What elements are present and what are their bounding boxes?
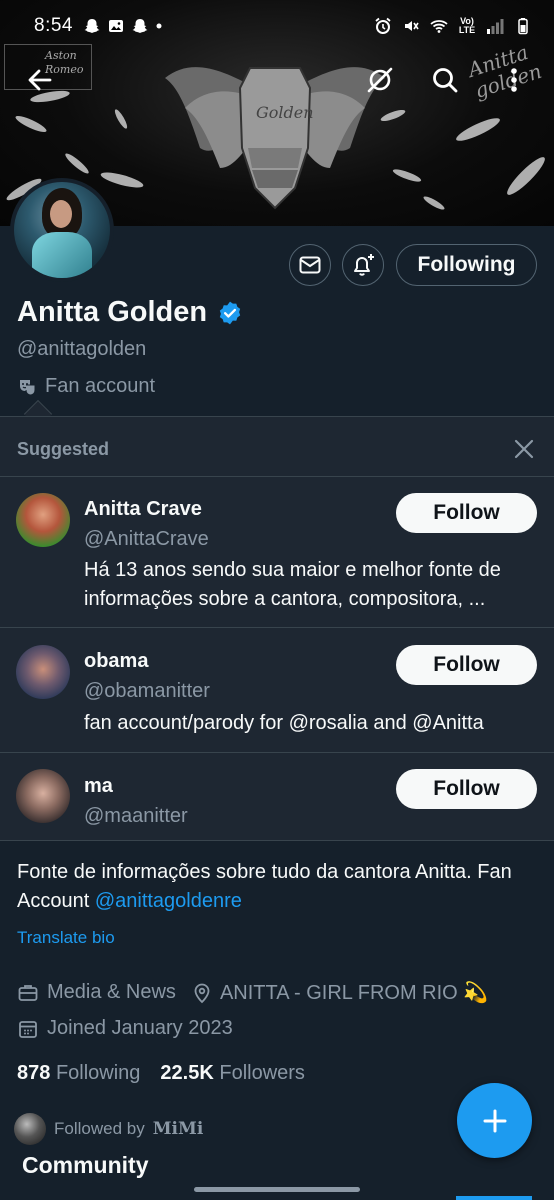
- briefcase-icon: [18, 984, 38, 1001]
- translate-bio-link[interactable]: Translate bio: [17, 928, 115, 948]
- home-indicator[interactable]: [194, 1187, 360, 1192]
- signal-icon: [487, 19, 504, 34]
- profile-actions: Following: [0, 244, 554, 286]
- bottom-peek: [0, 1194, 554, 1200]
- suggested-name: ma: [84, 775, 113, 797]
- alarm-icon: [375, 17, 391, 34]
- suggested-name: obama: [84, 650, 149, 672]
- plus-icon: [483, 1109, 506, 1132]
- profile-meta: Media & News ANITTA - GIRL FROM RIO 💫: [17, 980, 488, 1005]
- bio-text: Fonte de informações sobre tudo da canto…: [17, 861, 512, 912]
- suggested-close-button[interactable]: [510, 435, 538, 463]
- followers-stat[interactable]: 22.5K Followers: [160, 1062, 305, 1085]
- more-vertical-icon: [511, 68, 517, 92]
- feather-decoration: [63, 151, 91, 176]
- profile-handle: @anittagolden: [17, 338, 147, 360]
- suggested-avatar: [16, 769, 70, 823]
- fan-account-text: Fan account: [45, 375, 156, 397]
- followed-by-name: 𝐌𝐢𝐌𝐢: [152, 1119, 204, 1139]
- feather-decoration: [112, 107, 130, 131]
- bio-mention-link[interactable]: @anittagoldenre: [95, 890, 242, 912]
- message-button[interactable]: [289, 244, 331, 286]
- suggested-avatar: [16, 645, 70, 699]
- suggested-handle: @AnittaCrave: [84, 528, 209, 550]
- following-stat[interactable]: 878 Following: [17, 1062, 140, 1085]
- system-icons: Vo) LTE: [374, 17, 532, 35]
- back-button[interactable]: [18, 58, 62, 102]
- compose-post-button[interactable]: [457, 1083, 532, 1158]
- suggested-bio: Há 13 anos sendo sua maior e melhor font…: [84, 559, 501, 610]
- suggested-avatar: [16, 493, 70, 547]
- status-bar: 8:54 Vo) LTE: [0, 0, 554, 52]
- follower-avatar: [14, 1113, 46, 1145]
- suggested-bio: fan account/parody for @rosalia and @Ani…: [84, 712, 484, 734]
- following-button[interactable]: Following: [396, 244, 537, 286]
- feather-decoration: [422, 194, 446, 212]
- grok-icon: [367, 67, 393, 93]
- followers-label: Followers: [219, 1062, 305, 1084]
- suggested-account[interactable]: Anitta Crave @AnittaCrave Há 13 anos sen…: [0, 477, 554, 627]
- location-pin-icon: [194, 983, 210, 1003]
- suggested-account[interactable]: obama @obamanitter fan account/parody fo…: [0, 628, 554, 752]
- volte-icon: Vo) LTE: [458, 16, 476, 35]
- arrow-left-icon: [28, 69, 52, 91]
- suggested-heading: Suggested: [17, 439, 110, 459]
- status-time: 8:54: [34, 15, 73, 36]
- display-name: Anitta Golden: [17, 296, 208, 328]
- feather-decoration: [99, 169, 145, 191]
- suggested-account[interactable]: ma @maanitter Follow: [0, 753, 554, 841]
- calendar-icon: [19, 1020, 37, 1038]
- notifications-button[interactable]: [342, 244, 384, 286]
- suggested-name: Anitta Crave: [84, 498, 202, 520]
- grok-button[interactable]: [358, 58, 402, 102]
- follow-button[interactable]: Follow: [396, 493, 537, 533]
- suggested-handle: @maanitter: [84, 805, 188, 827]
- follow-button[interactable]: Follow: [396, 645, 537, 685]
- fan-account-label[interactable]: Fan account: [17, 375, 155, 398]
- suggested-panel: Suggested Anitta Crave @AnittaCrave Há 1…: [0, 416, 554, 841]
- search-icon: [433, 68, 458, 93]
- wifi-icon: [430, 20, 448, 33]
- joined-row: Joined January 2023: [17, 1017, 233, 1040]
- community-heading: Community: [22, 1152, 149, 1178]
- feather-decoration: [503, 153, 549, 199]
- feather-decoration: [13, 113, 49, 135]
- following-label: Following: [55, 1062, 141, 1084]
- mute-icon: [405, 21, 419, 31]
- followed-by-row[interactable]: Followed by 𝐌𝐢𝐌𝐢: [14, 1113, 203, 1145]
- dot-icon: [156, 23, 162, 29]
- search-button[interactable]: [423, 58, 467, 102]
- verified-badge-icon[interactable]: [217, 300, 243, 326]
- armor-text: Golden: [256, 103, 314, 122]
- battery-icon: [518, 18, 528, 35]
- followers-count: 22.5K: [160, 1062, 214, 1084]
- image-icon: [108, 20, 123, 32]
- joined-text: Joined January 2023: [47, 1017, 233, 1039]
- suggested-handle: @obamanitter: [84, 680, 210, 702]
- bell-plus-icon: [354, 254, 374, 276]
- feather-decoration: [391, 167, 423, 184]
- snapchat-icon: [84, 19, 100, 33]
- following-count: 878: [17, 1062, 51, 1084]
- feather-decoration: [453, 114, 503, 145]
- banner-nav: [0, 58, 554, 102]
- profile-bio: Fonte de informações sobre tudo da canto…: [17, 858, 537, 916]
- name-row: Anitta Golden: [17, 296, 243, 329]
- location-text: ANITTA - GIRL FROM RIO 💫: [219, 982, 489, 1004]
- snapchat-icon: [132, 19, 148, 33]
- close-icon: [514, 439, 534, 459]
- follow-button[interactable]: Follow: [396, 769, 537, 809]
- more-options-button[interactable]: [492, 58, 536, 102]
- followed-by-prefix: Followed by: [54, 1119, 145, 1138]
- mail-icon: [299, 256, 321, 274]
- follow-stats: 878 Following 22.5K Followers: [17, 1062, 305, 1085]
- notification-icons: [83, 17, 163, 35]
- category-text: Media & News: [47, 981, 176, 1003]
- theater-mask-icon: [20, 379, 36, 396]
